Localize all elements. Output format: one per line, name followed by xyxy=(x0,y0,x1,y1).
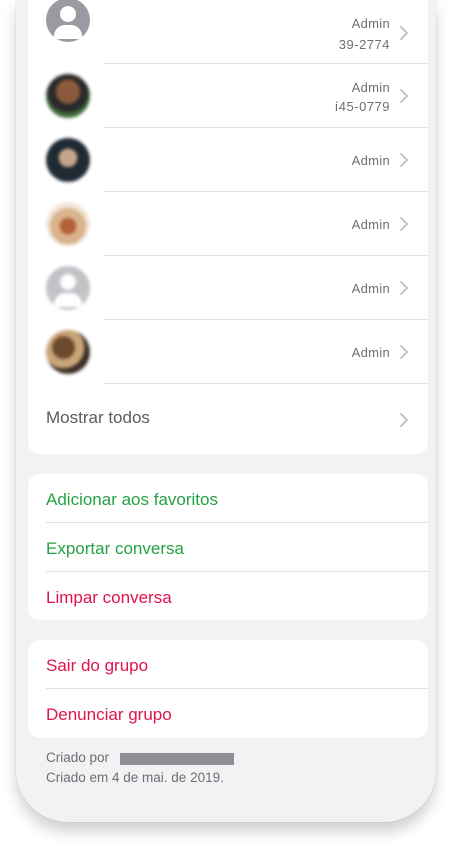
clear-chat-label: Limpar conversa xyxy=(46,588,172,607)
chevron-right-icon xyxy=(398,152,410,168)
add-to-favorites-label: Adicionar aos favoritos xyxy=(46,490,218,509)
show-all-label: Mostrar todos xyxy=(46,408,150,427)
member-row[interactable]: Admin í45-0779 xyxy=(28,64,428,128)
member-phone: 39-2774 xyxy=(338,37,390,52)
avatar xyxy=(46,138,90,182)
group-danger-card: Sair do grupo Denunciar grupo xyxy=(28,640,428,738)
report-group-label: Denunciar grupo xyxy=(46,705,172,724)
phone-screen: Admin 39-2774 Admin í45-0779 Admin Admin… xyxy=(16,0,436,822)
created-on-text: Criado em 4 de mai. de 2019. xyxy=(46,770,224,785)
person-placeholder-icon xyxy=(46,266,90,310)
person-placeholder-icon xyxy=(46,0,90,42)
leave-group-button[interactable]: Sair do grupo xyxy=(28,640,428,689)
chat-actions-card: Adicionar aos favoritos Exportar convers… xyxy=(28,474,428,620)
show-all-row[interactable]: Mostrar todos xyxy=(28,384,428,454)
member-role: Admin xyxy=(351,16,390,31)
avatar xyxy=(46,330,90,374)
member-role: Admin xyxy=(351,153,390,168)
avatar xyxy=(46,202,90,246)
member-role: Admin xyxy=(351,345,390,360)
leave-group-label: Sair do grupo xyxy=(46,656,149,675)
chevron-right-icon xyxy=(398,412,410,428)
redacted-name xyxy=(120,753,234,765)
clear-chat-button[interactable]: Limpar conversa xyxy=(28,572,428,620)
member-role: Admin xyxy=(351,281,390,296)
chevron-right-icon xyxy=(398,88,410,104)
chevron-right-icon xyxy=(398,25,410,41)
chevron-right-icon xyxy=(398,280,410,296)
chevron-right-icon xyxy=(398,216,410,232)
add-to-favorites-button[interactable]: Adicionar aos favoritos xyxy=(28,474,428,523)
member-phone: í45-0779 xyxy=(334,99,390,114)
report-group-button[interactable]: Denunciar grupo xyxy=(28,689,428,738)
member-row[interactable]: Admin 39-2774 xyxy=(28,0,428,64)
export-chat-button[interactable]: Exportar conversa xyxy=(28,523,428,572)
export-chat-label: Exportar conversa xyxy=(46,539,184,558)
member-role: Admin xyxy=(351,80,390,95)
avatar xyxy=(46,74,90,118)
created-by-text: Criado por xyxy=(46,750,110,765)
member-row[interactable]: Admin xyxy=(28,320,428,384)
member-row[interactable]: Admin xyxy=(28,192,428,256)
members-card: Admin 39-2774 Admin í45-0779 Admin Admin… xyxy=(28,0,428,454)
member-role: Admin xyxy=(351,217,390,232)
chevron-right-icon xyxy=(398,344,410,360)
member-row[interactable]: Admin xyxy=(28,128,428,192)
member-row[interactable]: Admin xyxy=(28,256,428,320)
